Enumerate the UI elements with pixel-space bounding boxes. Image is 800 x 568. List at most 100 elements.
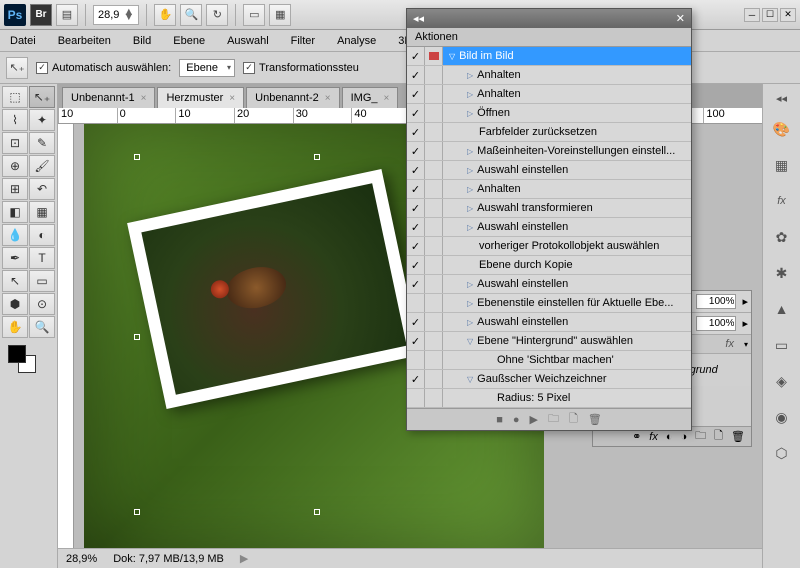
expand-panels-icon[interactable]: ◂◂: [776, 92, 787, 105]
maximize-button[interactable]: ☐: [762, 8, 778, 22]
action-item[interactable]: ✓▷Auswahl einstellen: [407, 161, 691, 180]
action-item[interactable]: ✓▷Auswahl einstellen: [407, 218, 691, 237]
action-item[interactable]: ✓▷Anhalten: [407, 85, 691, 104]
tab-close-icon[interactable]: ×: [325, 93, 331, 104]
arrange-docs-icon[interactable]: ▦: [269, 4, 291, 26]
stamp-tool[interactable]: ⊞: [2, 178, 28, 200]
action-item[interactable]: ✓▷Auswahl transformieren: [407, 199, 691, 218]
action-item[interactable]: Ohne 'Sichtbar machen': [407, 351, 691, 370]
action-item[interactable]: ✓▽Bild im Bild: [407, 47, 691, 66]
menu-ebene[interactable]: Ebene: [169, 33, 209, 49]
action-item[interactable]: ✓Ebene durch Kopie: [407, 256, 691, 275]
new-action-icon[interactable]: 🗋: [569, 410, 578, 429]
adjustment-layer-icon[interactable]: ◑: [681, 431, 688, 443]
histogram-panel-icon[interactable]: ▲: [770, 297, 794, 321]
action-item[interactable]: ✓Farbfelder zurücksetzen: [407, 123, 691, 142]
swatches-panel-icon[interactable]: ▦: [770, 153, 794, 177]
eyedropper-tool[interactable]: ✎: [29, 132, 55, 154]
action-item[interactable]: ▷Ebenenstile einstellen für Aktuelle Ebe…: [407, 294, 691, 313]
color-swatches[interactable]: [2, 343, 55, 377]
document-tab[interactable]: Unbenannt-1×: [62, 87, 155, 108]
record-icon[interactable]: ●: [513, 414, 520, 426]
crop-tool[interactable]: ⊡: [2, 132, 28, 154]
document-tab[interactable]: IMG_×: [342, 87, 399, 108]
marquee-tool[interactable]: ⬚: [2, 86, 28, 108]
history-brush-tool[interactable]: ↶: [29, 178, 55, 200]
type-tool[interactable]: T: [29, 247, 55, 269]
new-set-icon[interactable]: 🗀: [548, 410, 559, 429]
auto-select-type-select[interactable]: Ebene: [179, 59, 235, 77]
menu-datei[interactable]: Datei: [6, 33, 40, 49]
move-tool[interactable]: ↖₊: [29, 86, 55, 108]
transform-controls-checkbox[interactable]: ✓Transformationssteu: [243, 62, 359, 74]
action-item[interactable]: ✓▽Ebene "Hintergrund" auswählen: [407, 332, 691, 351]
zoom-tool-icon[interactable]: 🔍: [180, 4, 202, 26]
zoom-tool-2[interactable]: 🔍: [29, 316, 55, 338]
actions-panel-header[interactable]: ◂◂ ✕: [407, 9, 691, 28]
action-item[interactable]: ✓▷Anhalten: [407, 66, 691, 85]
lasso-tool[interactable]: ⌇: [2, 109, 28, 131]
action-item[interactable]: ✓▽Gaußscher Weichzeichner: [407, 370, 691, 389]
move-tool-preset-icon[interactable]: ↖₊: [6, 57, 28, 79]
3d-camera-tool[interactable]: ⊙: [29, 293, 55, 315]
hand-tool-icon[interactable]: ✋: [154, 4, 176, 26]
screen-mode-icon[interactable]: ▭: [243, 4, 265, 26]
gradient-tool[interactable]: ▦: [29, 201, 55, 223]
menu-filter[interactable]: Filter: [287, 33, 319, 49]
fill-input[interactable]: [696, 316, 736, 331]
collapse-panel-icon[interactable]: ◂◂: [413, 12, 424, 25]
link-layers-icon[interactable]: ⚭: [632, 430, 641, 443]
panel-close-icon[interactable]: ✕: [676, 12, 685, 25]
layers-panel-icon[interactable]: ◈: [770, 369, 794, 393]
dodge-tool[interactable]: ◐: [29, 224, 55, 246]
blur-tool[interactable]: 💧: [2, 224, 28, 246]
film-strip-icon[interactable]: ▤: [56, 4, 78, 26]
stop-icon[interactable]: ■: [496, 414, 503, 426]
eraser-tool[interactable]: ◧: [2, 201, 28, 223]
actions-panel[interactable]: ◂◂ ✕ Aktionen ✓▽Bild im Bild✓▷Anhalten✓▷…: [406, 8, 692, 431]
delete-icon[interactable]: 🗑: [588, 413, 602, 426]
styles-panel-icon[interactable]: fx: [770, 189, 794, 213]
new-layer-icon[interactable]: 🗋: [714, 427, 723, 446]
auto-select-checkbox[interactable]: ✓Automatisch auswählen:: [36, 62, 171, 74]
group-icon[interactable]: 🗀: [695, 427, 706, 446]
actions-list[interactable]: ✓▽Bild im Bild✓▷Anhalten✓▷Anhalten✓▷Öffn…: [407, 47, 691, 408]
transform-handle[interactable]: [134, 509, 140, 515]
3d-tool[interactable]: ⬢: [2, 293, 28, 315]
minimize-button[interactable]: ─: [744, 8, 760, 22]
play-icon[interactable]: ▶: [530, 413, 538, 426]
rotate-view-icon[interactable]: ↻: [206, 4, 228, 26]
layer-mask-icon[interactable]: ◐: [666, 431, 673, 443]
brush-tool[interactable]: 🖌: [29, 155, 55, 177]
opacity-input[interactable]: [696, 294, 736, 309]
actions-tab[interactable]: Aktionen: [407, 28, 691, 47]
action-item[interactable]: Radius: 5 Pixel: [407, 389, 691, 408]
action-item[interactable]: ✓▷Anhalten: [407, 180, 691, 199]
adjustments-panel-icon[interactable]: ✿: [770, 225, 794, 249]
menu-bild[interactable]: Bild: [129, 33, 155, 49]
navigator-panel-icon[interactable]: ▭: [770, 333, 794, 357]
action-item[interactable]: ✓▷Auswahl einstellen: [407, 275, 691, 294]
layer-fx-icon[interactable]: fx: [649, 431, 658, 443]
document-tab[interactable]: Herzmuster×: [157, 87, 244, 108]
tab-close-icon[interactable]: ×: [141, 93, 147, 104]
foreground-swatch[interactable]: [8, 345, 26, 363]
healing-tool[interactable]: ⊕: [2, 155, 28, 177]
color-panel-icon[interactable]: 🎨: [770, 117, 794, 141]
shape-tool[interactable]: ▭: [29, 270, 55, 292]
delete-layer-icon[interactable]: 🗑: [731, 430, 745, 443]
menu-analyse[interactable]: Analyse: [333, 33, 380, 49]
action-item[interactable]: ✓vorheriger Protokollobjekt auswählen: [407, 237, 691, 256]
transform-handle[interactable]: [314, 154, 320, 160]
paths-panel-icon[interactable]: ⬡: [770, 441, 794, 465]
action-item[interactable]: ✓▷Auswahl einstellen: [407, 313, 691, 332]
path-select-tool[interactable]: ↖: [2, 270, 28, 292]
pen-tool[interactable]: ✒: [2, 247, 28, 269]
transform-handle[interactable]: [134, 334, 140, 340]
bridge-logo-icon[interactable]: Br: [30, 4, 52, 26]
close-button[interactable]: ✕: [780, 8, 796, 22]
tab-close-icon[interactable]: ×: [384, 93, 390, 104]
channels-panel-icon[interactable]: ◉: [770, 405, 794, 429]
menu-bearbeiten[interactable]: Bearbeiten: [54, 33, 115, 49]
transform-handle[interactable]: [314, 509, 320, 515]
